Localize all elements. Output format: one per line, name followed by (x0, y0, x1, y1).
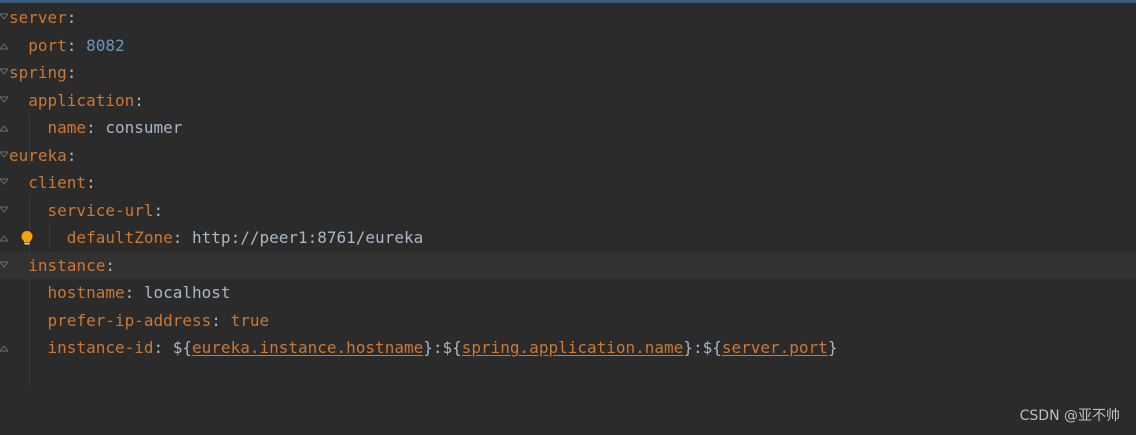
placeholder-close: } (827, 338, 838, 357)
property-reference[interactable]: server.port (722, 338, 828, 357)
code-line[interactable]: hostname: localhost (0, 279, 1136, 307)
fold-end-icon[interactable] (0, 124, 8, 132)
yaml-key: defaultZone (66, 228, 173, 247)
fold-arrow-icon[interactable] (0, 178, 8, 186)
yaml-key: client (28, 173, 87, 192)
code-line[interactable]: port: 8082 (0, 32, 1136, 60)
yaml-key: port (28, 35, 67, 55)
code-line[interactable]: prefer-ip-address: true (0, 307, 1136, 335)
yaml-separator: : (66, 63, 77, 82)
code-line[interactable]: name: consumer (0, 114, 1136, 142)
yaml-value: true (230, 310, 270, 330)
fold-end-icon[interactable] (0, 234, 8, 242)
yaml-key: spring (9, 63, 67, 82)
fold-arrow-icon[interactable] (0, 68, 8, 76)
code-line[interactable]: instance-id: ${eureka.instance.hostname}… (0, 334, 1136, 362)
fold-arrow-icon[interactable] (0, 151, 8, 159)
yaml-separator: : (153, 338, 173, 357)
fold-arrow-icon[interactable] (0, 206, 8, 214)
yaml-key: instance-id (47, 338, 154, 357)
fold-end-icon[interactable] (0, 42, 8, 50)
yaml-key: server (9, 8, 67, 27)
yaml-separator: : (134, 90, 144, 110)
code-editor[interactable]: server: port: 8082 spring: application: … (0, 3, 1136, 435)
yaml-key: service-url (47, 200, 154, 220)
yaml-key: prefer-ip-address (47, 310, 212, 330)
placeholder-separator: }:${ (683, 338, 722, 357)
yaml-value: 8082 (86, 35, 125, 55)
code-line[interactable]: server: (0, 4, 1136, 32)
placeholder-separator: }:${ (423, 338, 462, 357)
yaml-separator: : (86, 173, 96, 192)
code-line[interactable]: eureka: (0, 142, 1136, 170)
yaml-key: eureka (9, 145, 67, 165)
code-line[interactable]: service-url: (0, 197, 1136, 225)
yaml-key: name (47, 118, 87, 137)
yaml-key: instance (28, 255, 106, 275)
yaml-separator: : (86, 118, 106, 137)
code-line[interactable]: client: (0, 169, 1136, 197)
code-line-current[interactable]: instance: (0, 251, 1136, 279)
yaml-separator: : (211, 310, 231, 330)
yaml-key: application (28, 90, 135, 110)
code-line[interactable]: spring: (0, 59, 1136, 87)
yaml-value: localhost (143, 283, 231, 302)
fold-arrow-icon[interactable] (0, 261, 8, 269)
yaml-key: hostname (47, 283, 125, 302)
fold-end-icon[interactable] (0, 344, 8, 352)
yaml-value: http://peer1:8761/eureka (192, 228, 424, 247)
fold-arrow-icon[interactable] (0, 13, 8, 21)
yaml-separator: : (172, 228, 193, 247)
watermark: CSDN @亚不帅 (1019, 408, 1120, 424)
code-line[interactable]: application: (0, 87, 1136, 115)
yaml-separator: : (66, 145, 77, 165)
yaml-separator: : (124, 283, 144, 302)
placeholder-open: ${ (172, 338, 193, 357)
property-reference[interactable]: eureka.instance.hostname (192, 338, 423, 357)
yaml-separator: : (66, 35, 87, 55)
yaml-separator: : (105, 255, 115, 275)
yaml-separator: : (153, 200, 164, 220)
fold-arrow-icon[interactable] (0, 96, 8, 104)
yaml-value: consumer (105, 118, 183, 137)
code-line[interactable]: defaultZone: http://peer1:8761/eureka (0, 224, 1136, 252)
property-reference[interactable]: spring.application.name (462, 338, 684, 357)
yaml-separator: : (66, 8, 77, 27)
